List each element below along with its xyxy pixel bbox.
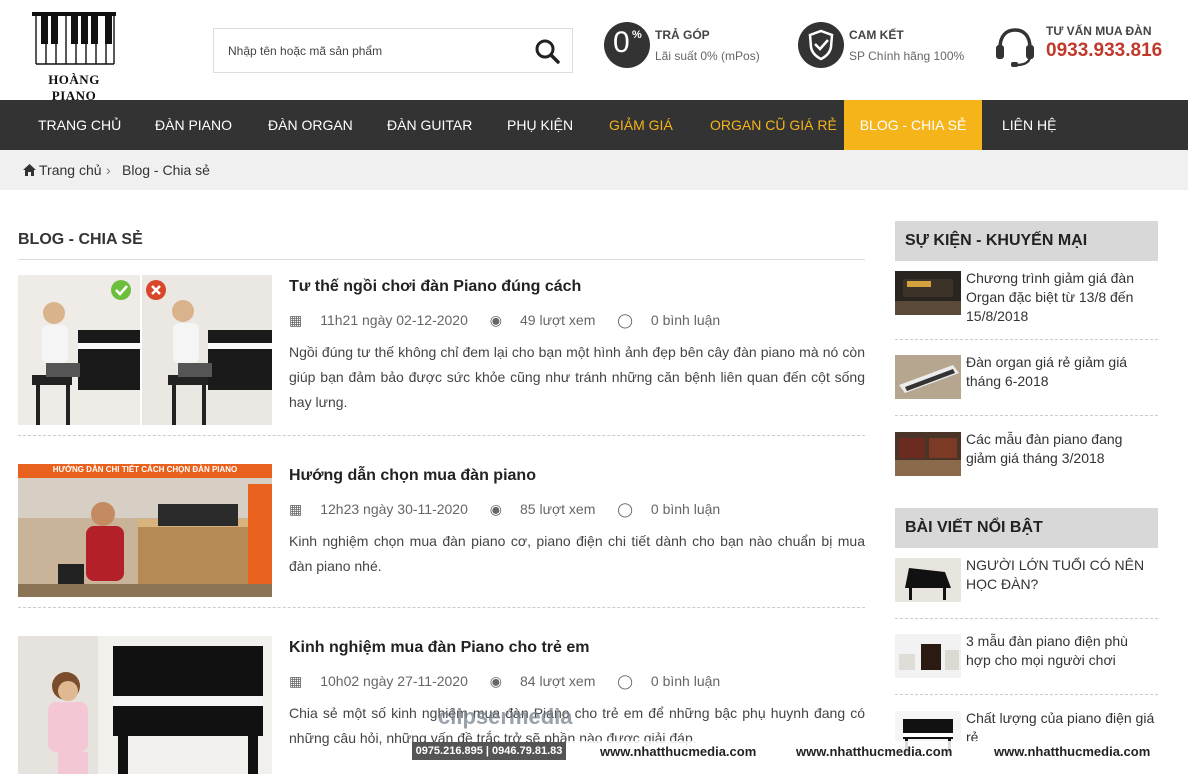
post-date: 11h21 ngày 02-12-2020 — [320, 312, 468, 328]
post-meta: ▦ 11h21 ngày 02-12-2020 ◉ 49 lượt xem ◯ 0 b… — [289, 312, 738, 329]
sidebar-event-item[interactable]: Chương trình giảm giá đàn Organ đặc biệt… — [895, 269, 1158, 340]
post-comments: 0 bình luận — [650, 673, 721, 689]
post-thumbnail[interactable] — [18, 636, 272, 774]
nav-item-accessories[interactable]: PHỤ KIỆN — [507, 100, 573, 150]
sidebar-event-title[interactable]: Chương trình giảm giá đàn Organ đặc biệt… — [966, 269, 1156, 326]
commit-sub: SP Chính hãng 100% — [849, 49, 965, 63]
sidebar-featured-title[interactable]: 3 mẫu đàn piano điện phù hợp cho mọi ngư… — [966, 632, 1156, 670]
sidebar-event-item[interactable]: Các mẫu đàn piano đang giảm giá tháng 3/… — [895, 430, 1158, 476]
installment-title: TRẢ GÓP — [655, 28, 710, 42]
comment-icon: ◯ — [617, 673, 633, 689]
eye-icon: ◉ — [489, 673, 502, 689]
post-date: 12h23 ngày 30-11-2020 — [320, 501, 468, 517]
nav-item-guitar[interactable]: ĐÀN GUITAR — [387, 100, 472, 150]
post-views: 49 lượt xem — [520, 312, 596, 328]
comment-icon: ◯ — [617, 312, 633, 328]
search-icon[interactable] — [534, 38, 560, 64]
post-title[interactable]: Hướng dẫn chọn mua đàn piano — [289, 467, 536, 485]
sidebar-thumbnail[interactable] — [895, 558, 961, 602]
eye-icon: ◉ — [489, 312, 502, 328]
sidebar-divider — [895, 694, 1158, 695]
post-views: 85 lượt xem — [520, 501, 596, 517]
watermark-url: www.nhatthucmedia.com — [600, 744, 757, 759]
sidebar-event-item[interactable]: Đàn organ giá rẻ giảm giá tháng 6-2018 — [895, 353, 1158, 416]
sidebar-featured-item[interactable]: 3 mẫu đàn piano điện phù hợp cho mọi ngư… — [895, 632, 1158, 695]
watermark-url: www.nhatthucmedia.com — [994, 744, 1151, 759]
calendar-icon: ▦ — [289, 673, 303, 689]
chevron-right-icon: › — [106, 162, 111, 178]
post-item: Tư thế ngồi chơi đàn Piano đúng cách ▦ 11… — [18, 275, 865, 436]
search-input[interactable] — [228, 29, 518, 72]
nav-item-blog[interactable]: BLOG - CHIA SẺ — [844, 100, 982, 150]
watermark-brand: clipsermedia — [438, 704, 573, 729]
nav-item-contact[interactable]: LIÊN HỆ — [1002, 100, 1056, 150]
sidebar-event-title[interactable]: Các mẫu đàn piano đang giảm giá tháng 3/… — [966, 430, 1156, 468]
thumbnail-banner-text: HƯỚNG DẪN CHI TIẾT CÁCH CHỌN ĐÀN PIANO — [52, 465, 238, 474]
post-thumbnail[interactable] — [18, 275, 272, 425]
calendar-icon: ▦ — [289, 501, 303, 517]
sidebar-divider — [895, 618, 1158, 619]
nav-item-organ[interactable]: ĐÀN ORGAN — [268, 100, 353, 150]
watermark-url: www.nhatthucmedia.com — [796, 744, 953, 759]
post-meta: ▦ 12h23 ngày 30-11-2020 ◉ 85 lượt xem ◯ 0 b… — [289, 501, 738, 518]
hotline-title: TƯ VẤN MUA ĐÀN — [1046, 24, 1152, 38]
hotline-phone[interactable]: 0933.933.816 — [1046, 40, 1162, 62]
sidebar-divider — [895, 339, 1158, 340]
post-comments: 0 bình luận — [650, 501, 721, 517]
sidebar-event-title[interactable]: Đàn organ giá rẻ giảm giá tháng 6-2018 — [966, 353, 1156, 391]
sidebar-thumbnail[interactable] — [895, 634, 961, 678]
post-views: 84 lượt xem — [520, 673, 596, 689]
sidebar-thumbnail[interactable] — [895, 271, 961, 315]
nav-item-used-organ[interactable]: ORGAN CŨ GIÁ RẺ — [710, 100, 837, 150]
breadcrumb: Trang chủ › Blog - Chia sẻ — [0, 150, 1188, 190]
post-date: 10h02 ngày 27-11-2020 — [320, 673, 468, 689]
breadcrumb-home[interactable]: Trang chủ — [39, 162, 102, 178]
nav-item-sale[interactable]: GIẢM GIÁ — [609, 100, 673, 150]
installment-sub: Lãi suất 0% (mPos) — [655, 49, 760, 63]
post-excerpt: Kinh nghiệm chọn mua đàn piano cơ, piano… — [289, 533, 865, 574]
piano-keys-logo-icon — [32, 12, 116, 66]
sidebar-featured-title[interactable]: NGƯỜI LỚN TUỔI CÓ NÊN HỌC ĐÀN? — [966, 556, 1156, 594]
eye-icon: ◉ — [489, 501, 502, 517]
post-divider — [18, 435, 865, 436]
sidebar-featured-item[interactable]: NGƯỜI LỚN TUỔI CÓ NÊN HỌC ĐÀN? — [895, 556, 1158, 619]
post-comments: 0 bình luận — [650, 312, 721, 328]
commit-title: CAM KẾT — [849, 28, 904, 42]
post-divider — [18, 607, 865, 608]
home-icon — [23, 164, 36, 176]
post-thumbnail[interactable]: HƯỚNG DẪN CHI TIẾT CÁCH CHỌN ĐÀN PIANO — [18, 464, 272, 597]
post-excerpt: Ngồi đúng tư thế không chỉ đem lại cho b… — [289, 344, 865, 410]
page-title: BLOG - CHIA SẺ — [18, 231, 143, 248]
logo[interactable]: HOÀNG PIANO — [30, 12, 118, 103]
main-nav: TRANG CHỦ ĐÀN PIANO ĐÀN ORGAN ĐÀN GUITAR… — [0, 100, 1188, 150]
nav-item-piano[interactable]: ĐÀN PIANO — [155, 100, 232, 150]
calendar-icon: ▦ — [289, 312, 303, 328]
sidebar-divider — [895, 415, 1158, 416]
search-box — [213, 28, 573, 73]
comment-icon: ◯ — [617, 501, 633, 517]
title-divider — [18, 259, 865, 260]
zero-percent-icon: 0 % — [604, 22, 650, 68]
shield-check-icon — [798, 22, 844, 68]
post-title[interactable]: Kinh nghiệm mua đàn Piano cho trẻ em — [289, 639, 589, 657]
sidebar-thumbnail[interactable] — [895, 432, 961, 476]
watermark-phones: 0975.216.895 | 0946.79.81.83 — [412, 742, 566, 760]
post-meta: ▦ 10h02 ngày 27-11-2020 ◉ 84 lượt xem ◯ 0 b… — [289, 673, 738, 690]
site-header: HOÀNG PIANO 0 % TRẢ GÓP Lãi suất 0% (mPo… — [0, 0, 1188, 103]
sidebar-featured-heading: BÀI VIẾT NỔI BẬT — [895, 508, 1158, 548]
post-item: HƯỚNG DẪN CHI TIẾT CÁCH CHỌN ĐÀN PIANO H… — [18, 464, 865, 608]
nav-item-home[interactable]: TRANG CHỦ — [38, 100, 121, 150]
sidebar-thumbnail[interactable] — [895, 355, 961, 399]
headset-icon — [996, 28, 1034, 67]
post-title[interactable]: Tư thế ngồi chơi đàn Piano đúng cách — [289, 278, 581, 296]
sidebar-events-heading: SỰ KIỆN - KHUYẾN MẠI — [895, 221, 1158, 261]
breadcrumb-current: Blog - Chia sẻ — [122, 162, 210, 178]
